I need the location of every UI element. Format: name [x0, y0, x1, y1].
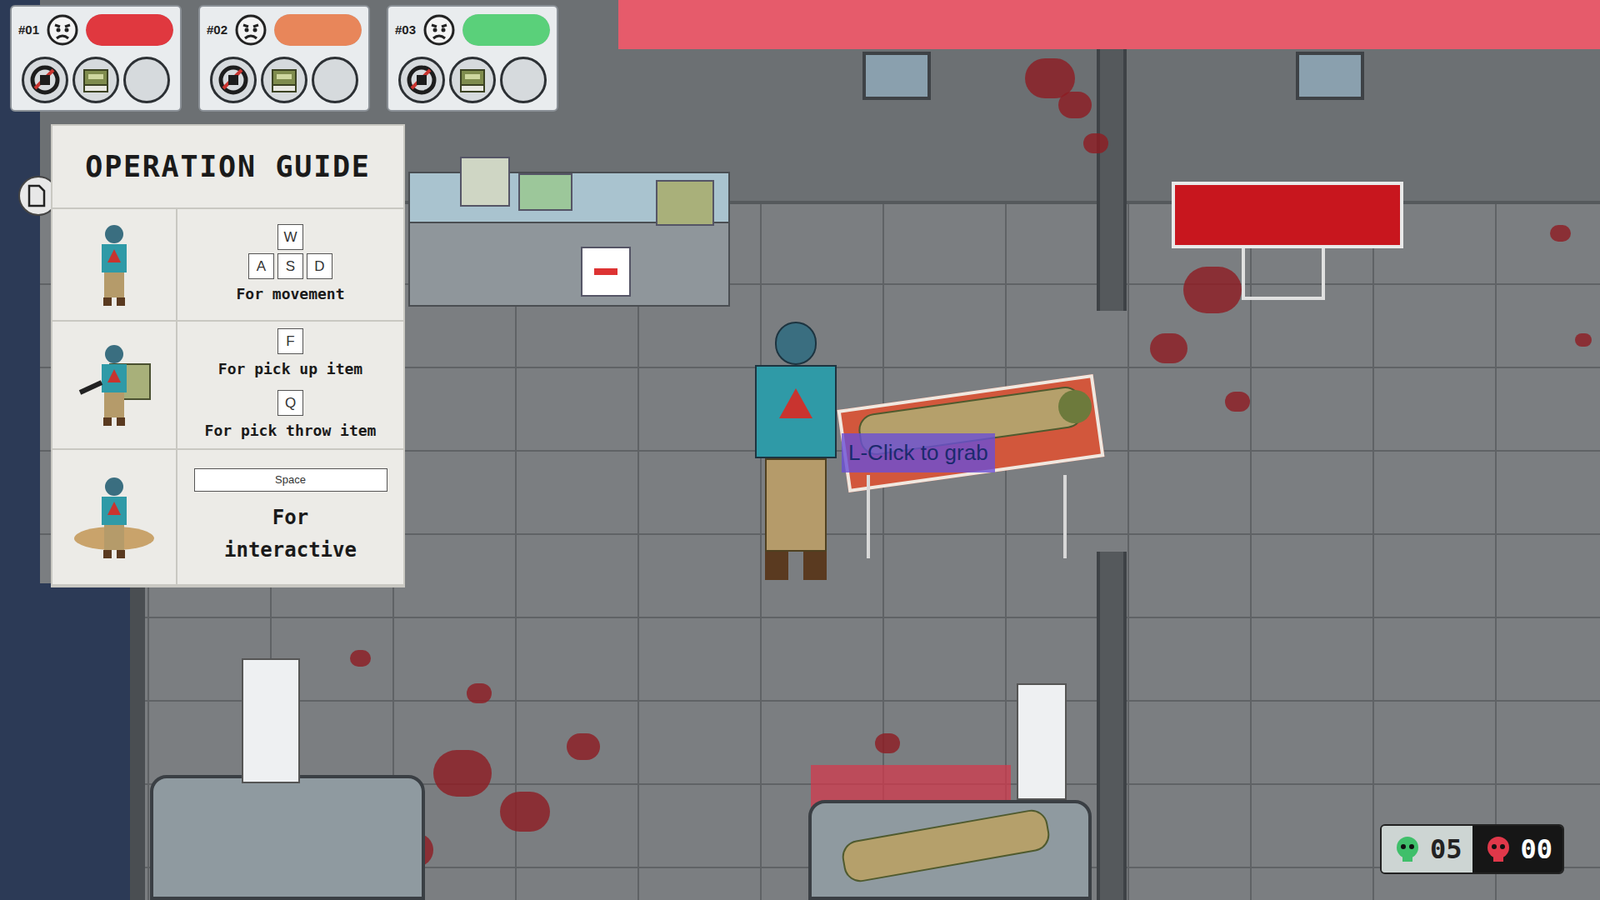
supply-counter[interactable] [408, 171, 730, 307]
blood-splatter [466, 683, 492, 704]
key-cap: W [277, 224, 304, 250]
patient-card[interactable]: #01 [10, 5, 182, 112]
counter-value: 05 [1430, 829, 1463, 870]
blood-splatter [1150, 333, 1188, 364]
item-slot[interactable] [210, 56, 257, 104]
left-void [0, 583, 132, 900]
patient-number: #02 [206, 20, 228, 40]
blood-splatter [1575, 333, 1592, 347]
guide-figure-icon [68, 471, 160, 564]
bandage-kit-icon [455, 63, 490, 97]
grab-prompt: L-Click to grab [841, 433, 995, 473]
blood-splatter [1058, 91, 1092, 119]
tourniquet-icon [216, 63, 250, 97]
blood-splatter [566, 733, 600, 760]
pillar [1096, 551, 1127, 900]
red-gurney[interactable] [1171, 181, 1404, 249]
guide-row: Space For interactive [52, 450, 404, 586]
blood-splatter [1183, 266, 1242, 314]
blood-splatter [1550, 225, 1571, 242]
guide-caption: For pick throw item [205, 419, 377, 442]
blood-splatter [875, 733, 900, 754]
blood-splatter [350, 650, 371, 667]
guide-caption: For pick up item [218, 357, 363, 380]
blood-splatter [1225, 391, 1250, 412]
guide-title: OPERATION GUIDE [52, 125, 404, 210]
key-cap: F [277, 328, 304, 355]
health-bar [274, 14, 362, 46]
blood-splatter [500, 791, 550, 832]
counter: 00 [1472, 825, 1564, 873]
health-bar [462, 14, 550, 46]
bandage-kit-icon [79, 63, 113, 97]
item-slot[interactable] [311, 56, 359, 104]
item-slot[interactable] [21, 56, 69, 104]
bandage-kit-icon [267, 63, 301, 97]
patient-face-icon [234, 13, 268, 47]
skull-icon [1482, 833, 1515, 865]
counter-value: 00 [1520, 829, 1554, 870]
patient-cards: #01 #02 #03 [10, 5, 559, 112]
patient-card[interactable]: #03 [386, 5, 559, 112]
patient-number: #01 [18, 20, 40, 40]
pillar [130, 575, 145, 900]
blood-splatter [1083, 133, 1109, 154]
document-icon [26, 184, 47, 208]
guide-row: WASDFor movement [52, 209, 404, 322]
blood-splatter [433, 750, 492, 797]
counter: 05 [1381, 825, 1473, 873]
item-slot[interactable] [123, 56, 170, 104]
iv-stand [241, 658, 300, 784]
key-cap: S [277, 253, 304, 280]
pillar [1096, 49, 1127, 311]
health-bar [85, 14, 174, 46]
item-slot[interactable] [449, 56, 496, 104]
game-screen[interactable]: #01#02#03OPERATION GUIDEWASDFor movement… [0, 0, 1600, 900]
key-cap: D [306, 253, 333, 280]
saved-icon [1391, 833, 1424, 865]
item-slot[interactable] [260, 56, 308, 104]
key-cap: Q [277, 390, 304, 416]
iv-stand [1016, 683, 1067, 800]
timer-bar [618, 0, 1600, 50]
patient-card[interactable]: #02 [198, 5, 370, 112]
key-cap: Space [194, 468, 388, 492]
patient-face-icon [45, 13, 80, 47]
guide-figure-icon [68, 219, 160, 311]
medic [740, 321, 852, 582]
operating-chair[interactable] [150, 775, 425, 900]
key-cap: A [248, 253, 275, 280]
guide-row: FFor pick up item Q For pick throw item [52, 321, 404, 450]
item-slot[interactable] [72, 56, 120, 104]
guide-figure-icon [68, 339, 160, 431]
patient-face-icon [422, 13, 456, 47]
tourniquet-icon [405, 63, 439, 97]
item-slot[interactable] [500, 56, 547, 104]
window [1295, 51, 1365, 100]
counters: 05 00 [1380, 824, 1565, 875]
operation-guide: OPERATION GUIDEWASDFor movementFFor pick… [50, 124, 405, 588]
guide-caption: For interactive [211, 501, 370, 566]
window [862, 51, 931, 100]
guide-caption: For movement [235, 282, 345, 305]
item-slot[interactable] [398, 56, 445, 104]
tourniquet-icon [28, 63, 62, 97]
patient-number: #03 [395, 20, 416, 40]
